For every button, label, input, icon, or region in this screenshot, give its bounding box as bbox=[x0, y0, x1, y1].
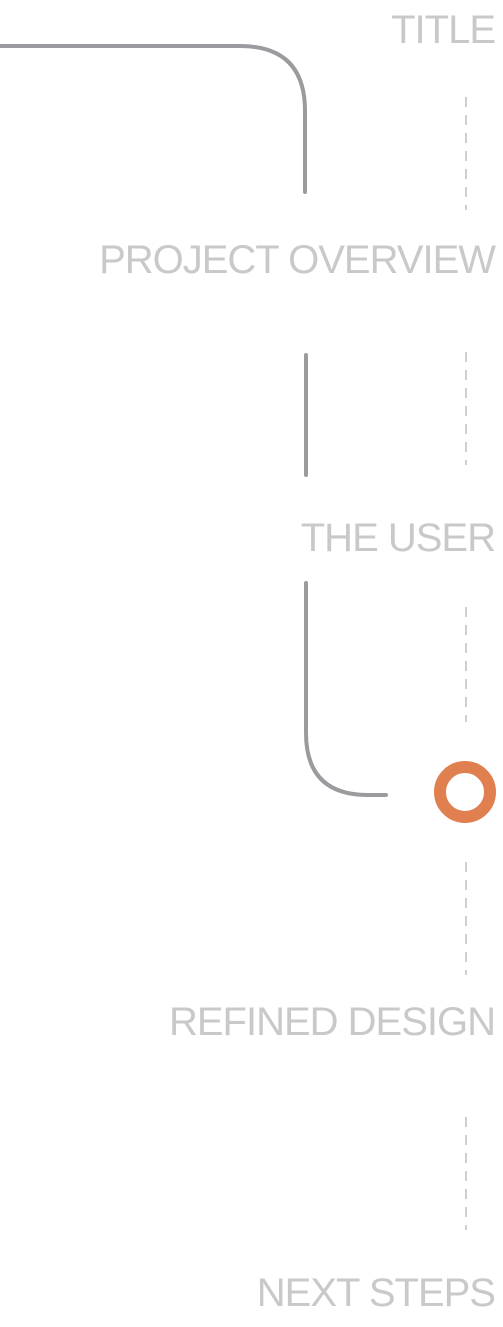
current-position-marker-icon bbox=[434, 761, 496, 823]
path-segment-user-to-current bbox=[304, 581, 388, 797]
nav-item-title[interactable]: TITLE bbox=[391, 10, 496, 50]
path-segment-title-to-overview bbox=[0, 44, 307, 194]
progress-path-diagram bbox=[0, 44, 496, 1230]
nav-item-refined-design[interactable]: REFINED DESIGN bbox=[169, 1002, 496, 1042]
nav-item-project-overview[interactable]: PROJECT OVERVIEW bbox=[99, 240, 496, 280]
nav-item-next-steps[interactable]: NEXT STEPS bbox=[257, 1273, 496, 1313]
nav-item-the-user[interactable]: THE USER bbox=[301, 518, 496, 558]
